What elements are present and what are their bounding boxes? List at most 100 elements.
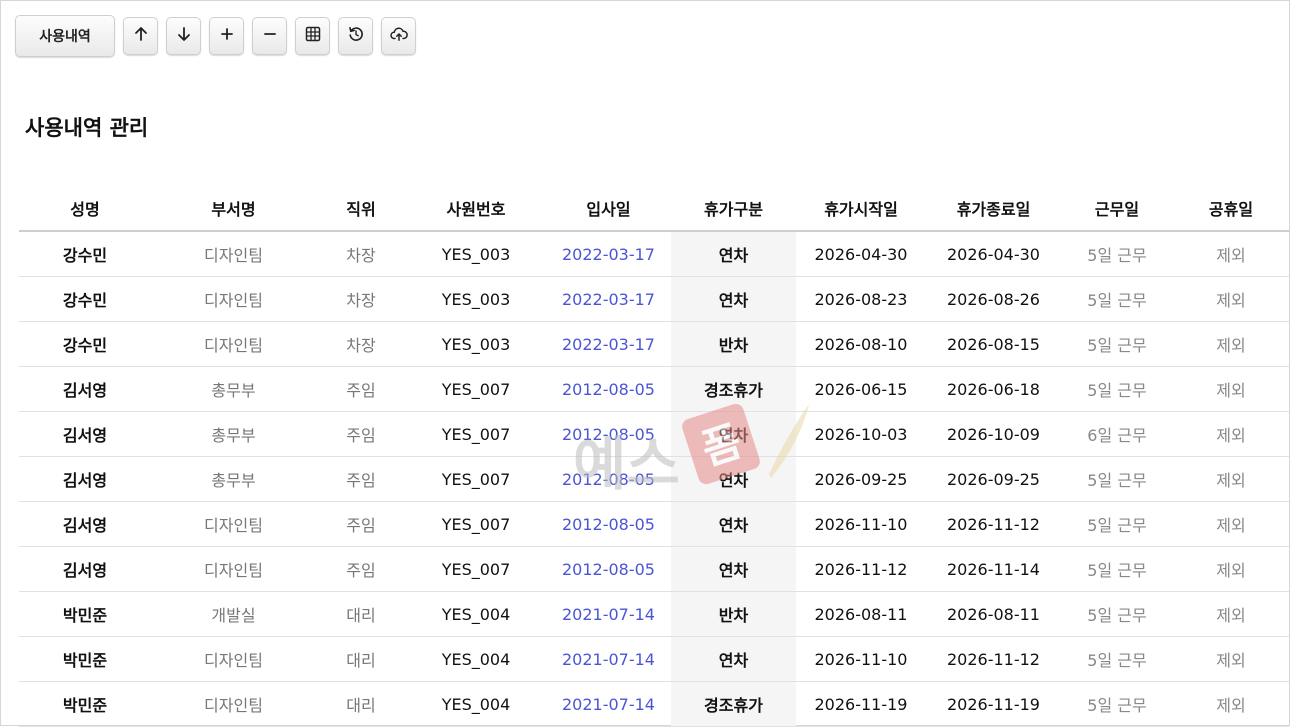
refresh-button[interactable] bbox=[338, 17, 373, 55]
header-leave-end[interactable]: 휴가종료일 bbox=[926, 186, 1061, 232]
cell-workdays[interactable]: 5일 근무 bbox=[1061, 366, 1173, 412]
cell-employee-no[interactable]: YES_003 bbox=[406, 231, 546, 277]
cell-employee-no[interactable]: YES_007 bbox=[406, 501, 546, 547]
cell-employee-no[interactable]: YES_004 bbox=[406, 681, 546, 727]
cell-leave-start[interactable]: 2026-11-19 bbox=[796, 681, 926, 727]
header-hire-date[interactable]: 입사일 bbox=[546, 186, 671, 232]
cell-holidays[interactable]: 제외 bbox=[1173, 546, 1289, 592]
cell-leave-end[interactable]: 2026-08-26 bbox=[926, 276, 1061, 322]
cell-hire-date[interactable]: 2022-03-17 bbox=[546, 321, 671, 367]
cell-leave-end[interactable]: 2026-11-12 bbox=[926, 636, 1061, 682]
cell-leave-end[interactable]: 2026-11-14 bbox=[926, 546, 1061, 592]
cell-leave-type[interactable]: 경조휴가 bbox=[671, 366, 796, 412]
cell-holidays[interactable]: 제외 bbox=[1173, 321, 1289, 367]
table-row[interactable]: 박민준 디자인팀 대리 YES_004 2021-07-14 연차 2026-11-10 20… bbox=[19, 636, 1289, 682]
cell-hire-date[interactable]: 2022-03-17 bbox=[546, 276, 671, 322]
header-leave-type[interactable]: 휴가구분 bbox=[671, 186, 796, 232]
cell-workdays[interactable]: 5일 근무 bbox=[1061, 546, 1173, 592]
cell-workdays[interactable]: 5일 근무 bbox=[1061, 681, 1173, 727]
cell-name[interactable]: 강수민 bbox=[19, 321, 151, 367]
cell-employee-no[interactable]: YES_007 bbox=[406, 546, 546, 592]
cell-leave-type[interactable]: 반차 bbox=[671, 591, 796, 637]
cell-hire-date[interactable]: 2012-08-05 bbox=[546, 366, 671, 412]
cell-hire-date[interactable]: 2021-07-14 bbox=[546, 591, 671, 637]
cell-leave-type[interactable]: 연차 bbox=[671, 636, 796, 682]
cell-workdays[interactable]: 5일 근무 bbox=[1061, 276, 1173, 322]
cell-workdays[interactable]: 5일 근무 bbox=[1061, 591, 1173, 637]
move-down-button[interactable] bbox=[166, 17, 201, 55]
cell-employee-no[interactable]: YES_003 bbox=[406, 321, 546, 367]
cell-department[interactable]: 디자인팀 bbox=[151, 546, 316, 592]
cell-holidays[interactable]: 제외 bbox=[1173, 366, 1289, 412]
cell-position[interactable]: 대리 bbox=[316, 681, 406, 727]
cell-department[interactable]: 총무부 bbox=[151, 456, 316, 502]
cell-employee-no[interactable]: YES_007 bbox=[406, 366, 546, 412]
cell-leave-type[interactable]: 연차 bbox=[671, 276, 796, 322]
cell-leave-start[interactable]: 2026-08-23 bbox=[796, 276, 926, 322]
remove-row-button[interactable] bbox=[252, 17, 287, 55]
cell-hire-date[interactable]: 2022-03-17 bbox=[546, 231, 671, 277]
header-leave-start[interactable]: 휴가시작일 bbox=[796, 186, 926, 232]
cell-employee-no[interactable]: YES_004 bbox=[406, 636, 546, 682]
header-employee-no[interactable]: 사원번호 bbox=[406, 186, 546, 232]
cell-leave-start[interactable]: 2026-11-12 bbox=[796, 546, 926, 592]
table-row[interactable]: 김서영 디자인팀 주임 YES_007 2012-08-05 연차 2026-11-12 20… bbox=[19, 546, 1289, 592]
table-row[interactable]: 김서영 총무부 주임 YES_007 2012-08-05 경조휴가 2026-06-15 2… bbox=[19, 366, 1289, 412]
cell-department[interactable]: 디자인팀 bbox=[151, 501, 316, 547]
cell-department[interactable]: 총무부 bbox=[151, 411, 316, 457]
header-workdays[interactable]: 근무일 bbox=[1061, 186, 1173, 232]
cell-hire-date[interactable]: 2021-07-14 bbox=[546, 681, 671, 727]
cell-leave-start[interactable]: 2026-04-30 bbox=[796, 231, 926, 277]
cell-leave-start[interactable]: 2026-09-25 bbox=[796, 456, 926, 502]
upload-button[interactable] bbox=[381, 17, 416, 55]
cell-holidays[interactable]: 제외 bbox=[1173, 276, 1289, 322]
cell-holidays[interactable]: 제외 bbox=[1173, 231, 1289, 277]
cell-name[interactable]: 김서영 bbox=[19, 366, 151, 412]
cell-leave-end[interactable]: 2026-04-30 bbox=[926, 231, 1061, 277]
cell-leave-start[interactable]: 2026-08-11 bbox=[796, 591, 926, 637]
table-row[interactable]: 김서영 총무부 주임 YES_007 2012-08-05 연차 2026-09-25 202… bbox=[19, 456, 1289, 502]
cell-workdays[interactable]: 6일 근무 bbox=[1061, 411, 1173, 457]
cell-workdays[interactable]: 5일 근무 bbox=[1061, 636, 1173, 682]
history-button[interactable]: 사용내역 bbox=[15, 15, 115, 57]
cell-workdays[interactable]: 5일 근무 bbox=[1061, 321, 1173, 367]
cell-holidays[interactable]: 제외 bbox=[1173, 456, 1289, 502]
cell-leave-end[interactable]: 2026-06-18 bbox=[926, 366, 1061, 412]
cell-leave-start[interactable]: 2026-10-03 bbox=[796, 411, 926, 457]
header-name[interactable]: 성명 bbox=[19, 186, 151, 232]
cell-leave-end[interactable]: 2026-11-12 bbox=[926, 501, 1061, 547]
cell-position[interactable]: 대리 bbox=[316, 636, 406, 682]
cell-name[interactable]: 박민준 bbox=[19, 636, 151, 682]
cell-department[interactable]: 총무부 bbox=[151, 366, 316, 412]
cell-hire-date[interactable]: 2012-08-05 bbox=[546, 456, 671, 502]
cell-leave-type[interactable]: 반차 bbox=[671, 321, 796, 367]
cell-department[interactable]: 디자인팀 bbox=[151, 636, 316, 682]
cell-leave-start[interactable]: 2026-11-10 bbox=[796, 501, 926, 547]
cell-leave-start[interactable]: 2026-06-15 bbox=[796, 366, 926, 412]
cell-name[interactable]: 김서영 bbox=[19, 456, 151, 502]
cell-department[interactable]: 디자인팀 bbox=[151, 276, 316, 322]
cell-employee-no[interactable]: YES_004 bbox=[406, 591, 546, 637]
cell-hire-date[interactable]: 2012-08-05 bbox=[546, 501, 671, 547]
cell-position[interactable]: 차장 bbox=[316, 276, 406, 322]
table-row[interactable]: 강수민 디자인팀 차장 YES_003 2022-03-17 연차 2026-08-23 20… bbox=[19, 276, 1289, 322]
cell-leave-type[interactable]: 경조휴가 bbox=[671, 681, 796, 727]
cell-position[interactable]: 주임 bbox=[316, 546, 406, 592]
cell-position[interactable]: 주임 bbox=[316, 456, 406, 502]
cell-position[interactable]: 주임 bbox=[316, 366, 406, 412]
cell-position[interactable]: 주임 bbox=[316, 411, 406, 457]
cell-position[interactable]: 차장 bbox=[316, 321, 406, 367]
cell-name[interactable]: 김서영 bbox=[19, 411, 151, 457]
cell-name[interactable]: 박민준 bbox=[19, 591, 151, 637]
cell-leave-start[interactable]: 2026-11-10 bbox=[796, 636, 926, 682]
cell-position[interactable]: 주임 bbox=[316, 501, 406, 547]
table-row[interactable]: 강수민 디자인팀 차장 YES_003 2022-03-17 반차 2026-08-10 20… bbox=[19, 321, 1289, 367]
cell-hire-date[interactable]: 2012-08-05 bbox=[546, 546, 671, 592]
cell-department[interactable]: 개발실 bbox=[151, 591, 316, 637]
header-department[interactable]: 부서명 bbox=[151, 186, 316, 232]
cell-leave-type[interactable]: 연차 bbox=[671, 231, 796, 277]
cell-employee-no[interactable]: YES_007 bbox=[406, 456, 546, 502]
cell-holidays[interactable]: 제외 bbox=[1173, 681, 1289, 727]
cell-employee-no[interactable]: YES_007 bbox=[406, 411, 546, 457]
table-row[interactable]: 김서영 총무부 주임 YES_007 2012-08-05 연차 2026-10-03 202… bbox=[19, 411, 1289, 457]
